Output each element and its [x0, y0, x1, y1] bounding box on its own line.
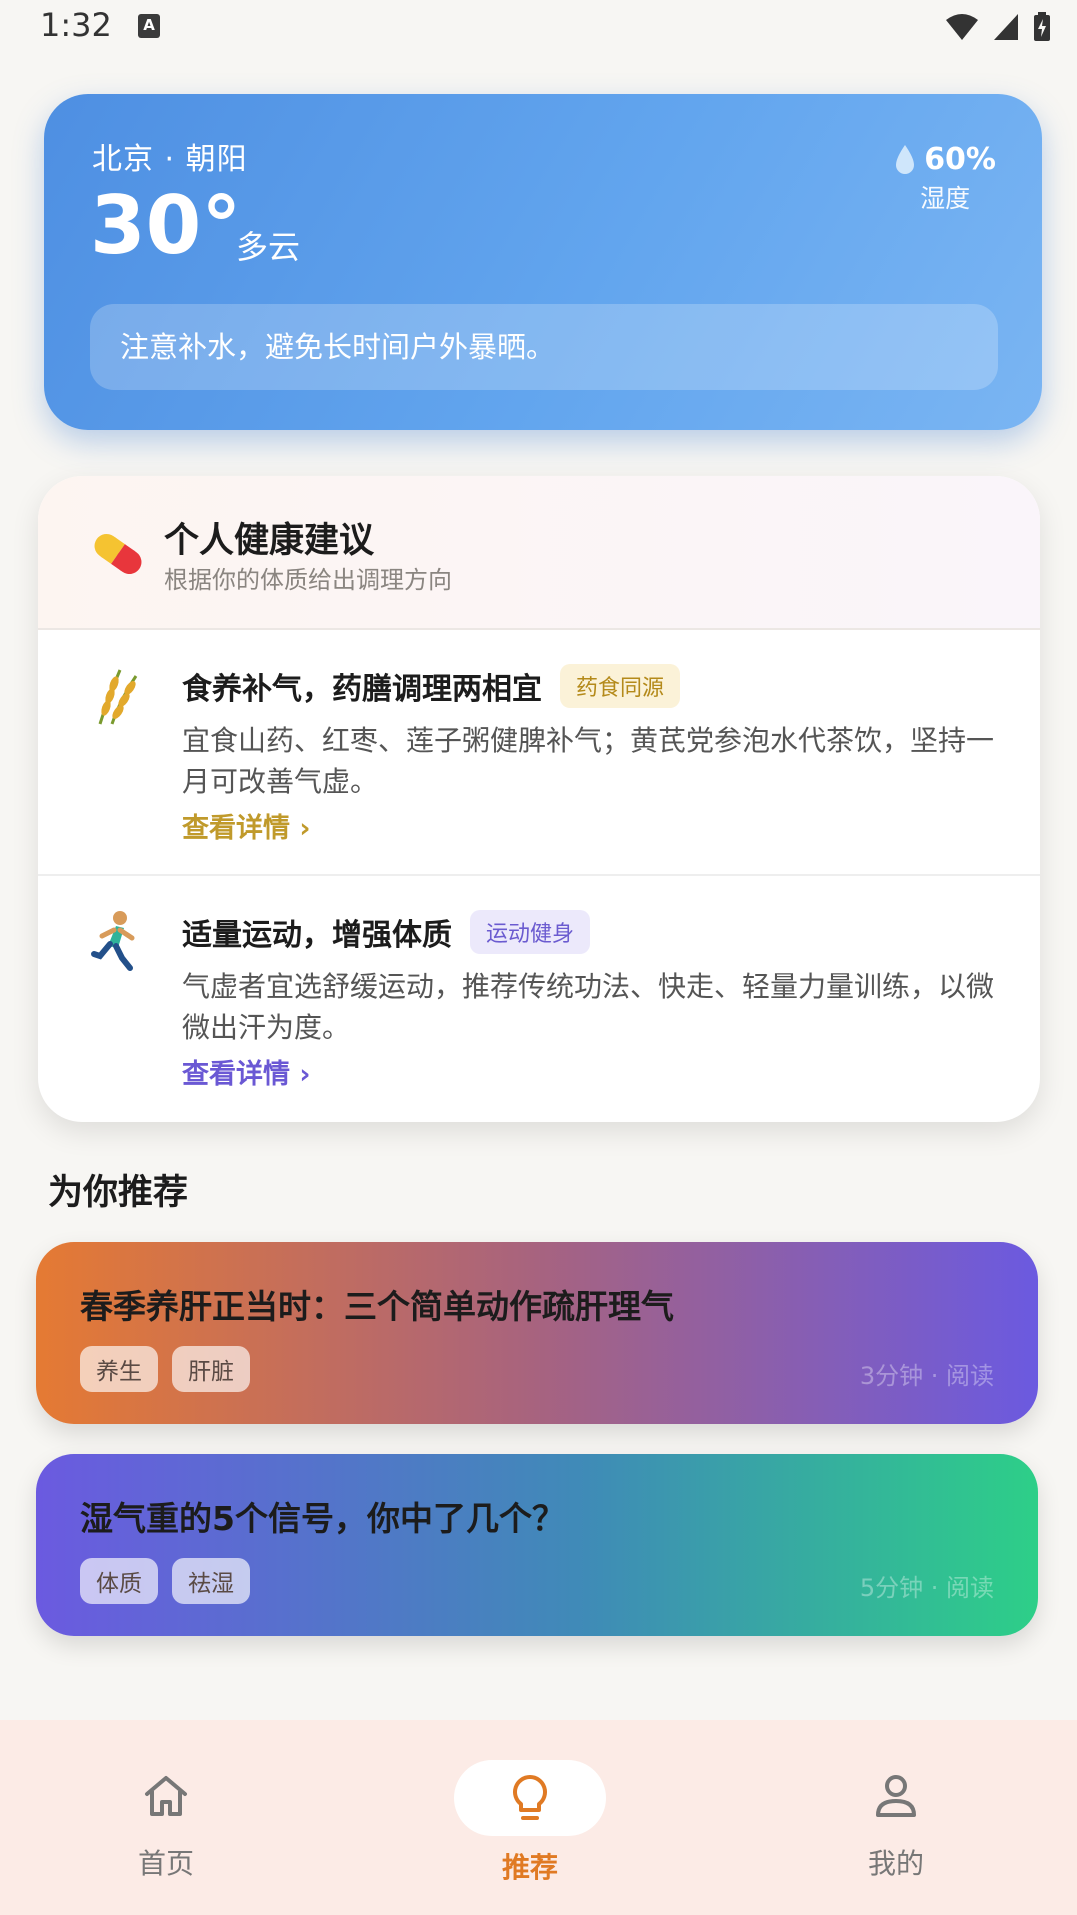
weather-tip: 注意补水，避免长时间户外暴晒。	[90, 304, 998, 390]
article-tag: 肝脏	[172, 1346, 250, 1392]
advice-title: 食养补气，药膳调理两相宜	[182, 672, 542, 707]
advice-item-diet[interactable]: 食养补气，药膳调理两相宜 药食同源 宜食山药、红枣、莲子粥健脾补气；黄芪党参泡水…	[38, 630, 1040, 876]
article-tag: 祛湿	[172, 1558, 250, 1604]
weather-card[interactable]: 北京 · 朝阳 30° 多云 60% 湿度 注意补水，避免长时间户外暴晒。	[44, 94, 1042, 430]
nav-recommend-label: 推荐	[501, 1851, 558, 1884]
article-card[interactable]: 春季养肝正当时：三个简单动作疏肝理气 养生 肝脏 3分钟 · 阅读	[36, 1242, 1038, 1424]
nav-home[interactable]: 首页	[76, 1760, 256, 1882]
advice-description: 宜食山药、红枣、莲子粥健脾补气；黄芪党参泡水代茶饮，坚持一月可改善气虚。	[182, 724, 995, 798]
battery-icon	[1034, 12, 1050, 41]
rice-icon	[98, 669, 138, 725]
weather-condition: 多云	[236, 228, 301, 266]
water-drop-icon	[896, 144, 915, 174]
nav-recommend[interactable]: 推荐	[440, 1760, 620, 1886]
advice-tag: 药食同源	[560, 664, 681, 708]
article-title: 湿气重的5个信号，你中了几个？	[80, 1499, 565, 1538]
advice-item-exercise[interactable]: 适量运动，增强体质 运动健身 气虚者宜选舒缓运动，推荐传统功法、快走、轻量力量训…	[38, 876, 1040, 1122]
status-time: 1:32	[40, 6, 112, 44]
weather-location: 北京 · 朝阳	[92, 142, 248, 177]
nav-home-label: 首页	[137, 1847, 194, 1880]
health-advice-subtitle: 根据你的体质给出调理方向	[164, 566, 452, 594]
recommend-heading: 为你推荐	[48, 1173, 189, 1213]
nav-me-label: 我的	[867, 1847, 924, 1880]
article-card[interactable]: 湿气重的5个信号，你中了几个？ 体质 祛湿 5分钟 · 阅读	[36, 1454, 1038, 1636]
home-icon	[145, 1776, 187, 1816]
wifi-icon	[946, 14, 978, 40]
health-advice-card: 个人健康建议 根据你的体质给出调理方向 食养补气，药膳调理两相宜 药食同源 宜食…	[38, 476, 1040, 1122]
nav-me[interactable]: 我的	[806, 1760, 986, 1882]
article-tags: 体质 祛湿	[80, 1558, 250, 1604]
status-icons	[945, 12, 1051, 42]
runner-icon	[91, 911, 135, 971]
article-tag: 体质	[80, 1558, 158, 1604]
article-tags: 养生 肝脏	[80, 1346, 250, 1392]
person-icon	[876, 1775, 916, 1817]
humidity-label: 湿度	[920, 184, 971, 213]
advice-description: 气虚者宜选舒缓运动，推荐传统功法、快走、轻量力量训练，以微微出汗为度。	[182, 970, 995, 1044]
health-advice-header: 个人健康建议 根据你的体质给出调理方向	[38, 476, 1040, 630]
article-meta: 3分钟 · 阅读	[859, 1362, 994, 1390]
signal-icon	[994, 14, 1018, 40]
article-meta: 5分钟 · 阅读	[859, 1574, 994, 1602]
bottom-navigation: 首页 推荐 我的	[0, 1720, 1077, 1915]
humidity-value: 60%	[924, 142, 996, 177]
article-title: 春季养肝正当时：三个简单动作疏肝理气	[80, 1287, 674, 1326]
pill-icon	[94, 533, 142, 575]
notification-a-icon: A	[138, 14, 160, 38]
health-advice-title: 个人健康建议	[164, 521, 375, 561]
humidity-block: 60% 湿度	[894, 142, 996, 215]
lightbulb-icon	[513, 1775, 547, 1820]
view-details-link[interactable]: 查看详情 ›	[182, 806, 311, 845]
nav-active-indicator	[454, 1760, 606, 1836]
advice-title: 适量运动，增强体质	[182, 918, 452, 953]
status-bar: 1:32 A	[0, 0, 1077, 60]
app-screen: 1:32 A 北京 · 朝阳 30° 多云 60% 湿度 注意补水，避免长时间户…	[0, 0, 1077, 1915]
weather-temperature: 30°	[90, 179, 242, 272]
advice-tag: 运动健身	[470, 910, 591, 954]
view-details-link[interactable]: 查看详情 ›	[182, 1052, 311, 1091]
article-tag: 养生	[80, 1346, 158, 1392]
